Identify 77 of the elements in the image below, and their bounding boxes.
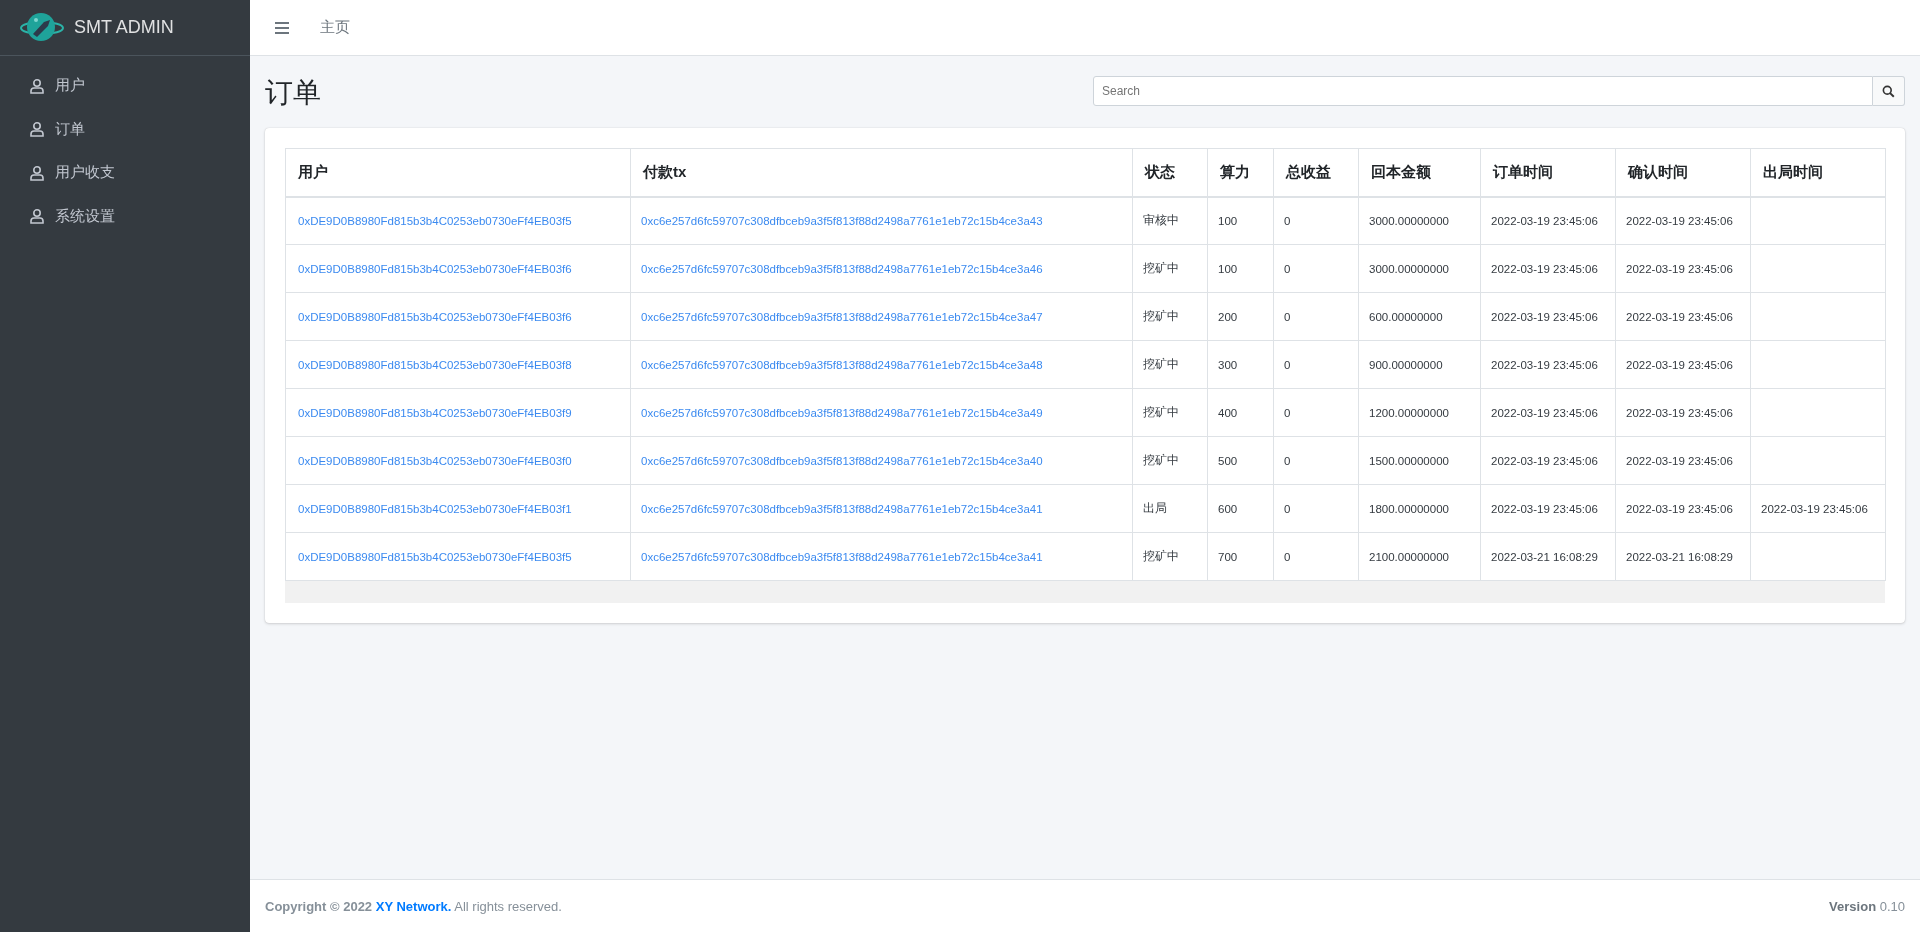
table-cell: 出局 [1143,502,1167,514]
search-icon [1882,84,1895,98]
table-cell: 挖矿中 [1143,358,1179,370]
column-header: 用户 [285,148,631,197]
table-cell: 2022-03-19 23:45:06 [1491,502,1598,515]
user-icon [29,77,45,94]
table-cell: 2022-03-19 23:45:06 [1491,214,1598,227]
column-header: 算力 [1207,148,1274,197]
column-header: 订单时间 [1480,148,1616,197]
table-cell: 0 [1284,502,1291,515]
table-cell: 0 [1284,358,1291,371]
company-link[interactable]: XY Network. [375,898,452,914]
table-cell: 2022-03-19 23:45:06 [1491,406,1598,419]
table-cell: 2022-03-21 16:08:29 [1626,550,1733,563]
table-cell: 2022-03-19 23:45:06 [1626,262,1733,275]
table-cell: 900.00000000 [1369,358,1443,371]
version-text: Version 0.10 [1829,898,1905,914]
table-cell: 600.00000000 [1369,310,1443,323]
column-header: 出局时间 [1750,148,1886,197]
table-cell: 0 [1284,214,1291,227]
column-header: 回本金额 [1358,148,1481,197]
sidebar-item[interactable]: 用户 [0,64,250,108]
search-button[interactable] [1873,76,1905,106]
table-cell: 600 [1218,502,1238,515]
user-icon [29,208,45,225]
table-cell: 500 [1218,454,1238,467]
table-cell: 700 [1218,550,1238,563]
table-cell: 挖矿中 [1143,454,1179,466]
table-cell: 3000.00000000 [1369,214,1449,227]
menu-icon[interactable] [274,20,290,35]
column-header: 总收益 [1273,148,1359,197]
table-cell: 2022-03-19 23:45:06 [1491,310,1598,323]
table-cell: 1200.00000000 [1369,406,1449,419]
table-cell: 2022-03-19 23:45:06 [1491,358,1598,371]
sidebar-item[interactable]: 用户收支 [0,151,250,195]
table-cell: 0 [1284,262,1291,275]
table-cell: 2022-03-21 16:08:29 [1491,550,1598,563]
table-cell: 100 [1218,214,1238,227]
table-cell: 100 [1218,262,1238,275]
table-cell: 3000.00000000 [1369,262,1449,275]
table-cell: 2022-03-19 23:45:06 [1626,214,1733,227]
table-cell: 1500.00000000 [1369,454,1449,467]
table-cell: 2022-03-19 23:45:06 [1626,310,1733,323]
sidebar-item[interactable]: 系统设置 [0,194,250,238]
table-cell: 0 [1284,406,1291,419]
table-cell: 1800.00000000 [1369,502,1449,515]
table-cell: 200 [1218,310,1238,323]
table-cell: 挖矿中 [1143,406,1179,418]
table-cell: 2022-03-19 23:45:06 [1626,406,1733,419]
copyright-text: Copyright © 2022 XY Network. All rights reserved. [265,898,562,914]
home-link[interactable]: 主页 [320,18,350,37]
page-title: 订单 [265,76,321,110]
table-cell: 0 [1284,550,1291,563]
table-cell: 0 [1284,310,1291,323]
sidebar-item[interactable]: 订单 [0,107,250,151]
table-cell: 挖矿中 [1143,262,1179,274]
table-cell: 2022-03-19 23:45:06 [1626,502,1733,515]
table-cell: 2100.00000000 [1369,550,1449,563]
table-cell: 300 [1218,358,1238,371]
table-cell: 挖矿中 [1143,550,1179,562]
table-cell: 2022-03-19 23:45:06 [1491,454,1598,467]
table-cell: 审核中 [1143,214,1179,227]
table-cell: 2022-03-19 23:45:06 [1491,262,1598,275]
table-cell: 2022-03-19 23:45:06 [1626,454,1733,467]
search-field[interactable]: Search [1093,76,1873,106]
table-cell: 400 [1218,406,1238,419]
table-cell: 2022-03-19 23:45:06 [1761,502,1868,515]
table-cell: 2022-03-19 23:45:06 [1626,358,1733,371]
table-cell: 0 [1284,454,1291,467]
brand-name: SMT ADMIN [74,17,174,38]
column-header: 状态 [1132,148,1208,197]
table-cell: 挖矿中 [1143,310,1179,322]
column-header: 确认时间 [1615,148,1751,197]
user-icon [29,121,45,138]
scrollbar[interactable] [285,581,1885,603]
user-icon [29,164,45,181]
column-header: 付款tx [630,148,1133,197]
